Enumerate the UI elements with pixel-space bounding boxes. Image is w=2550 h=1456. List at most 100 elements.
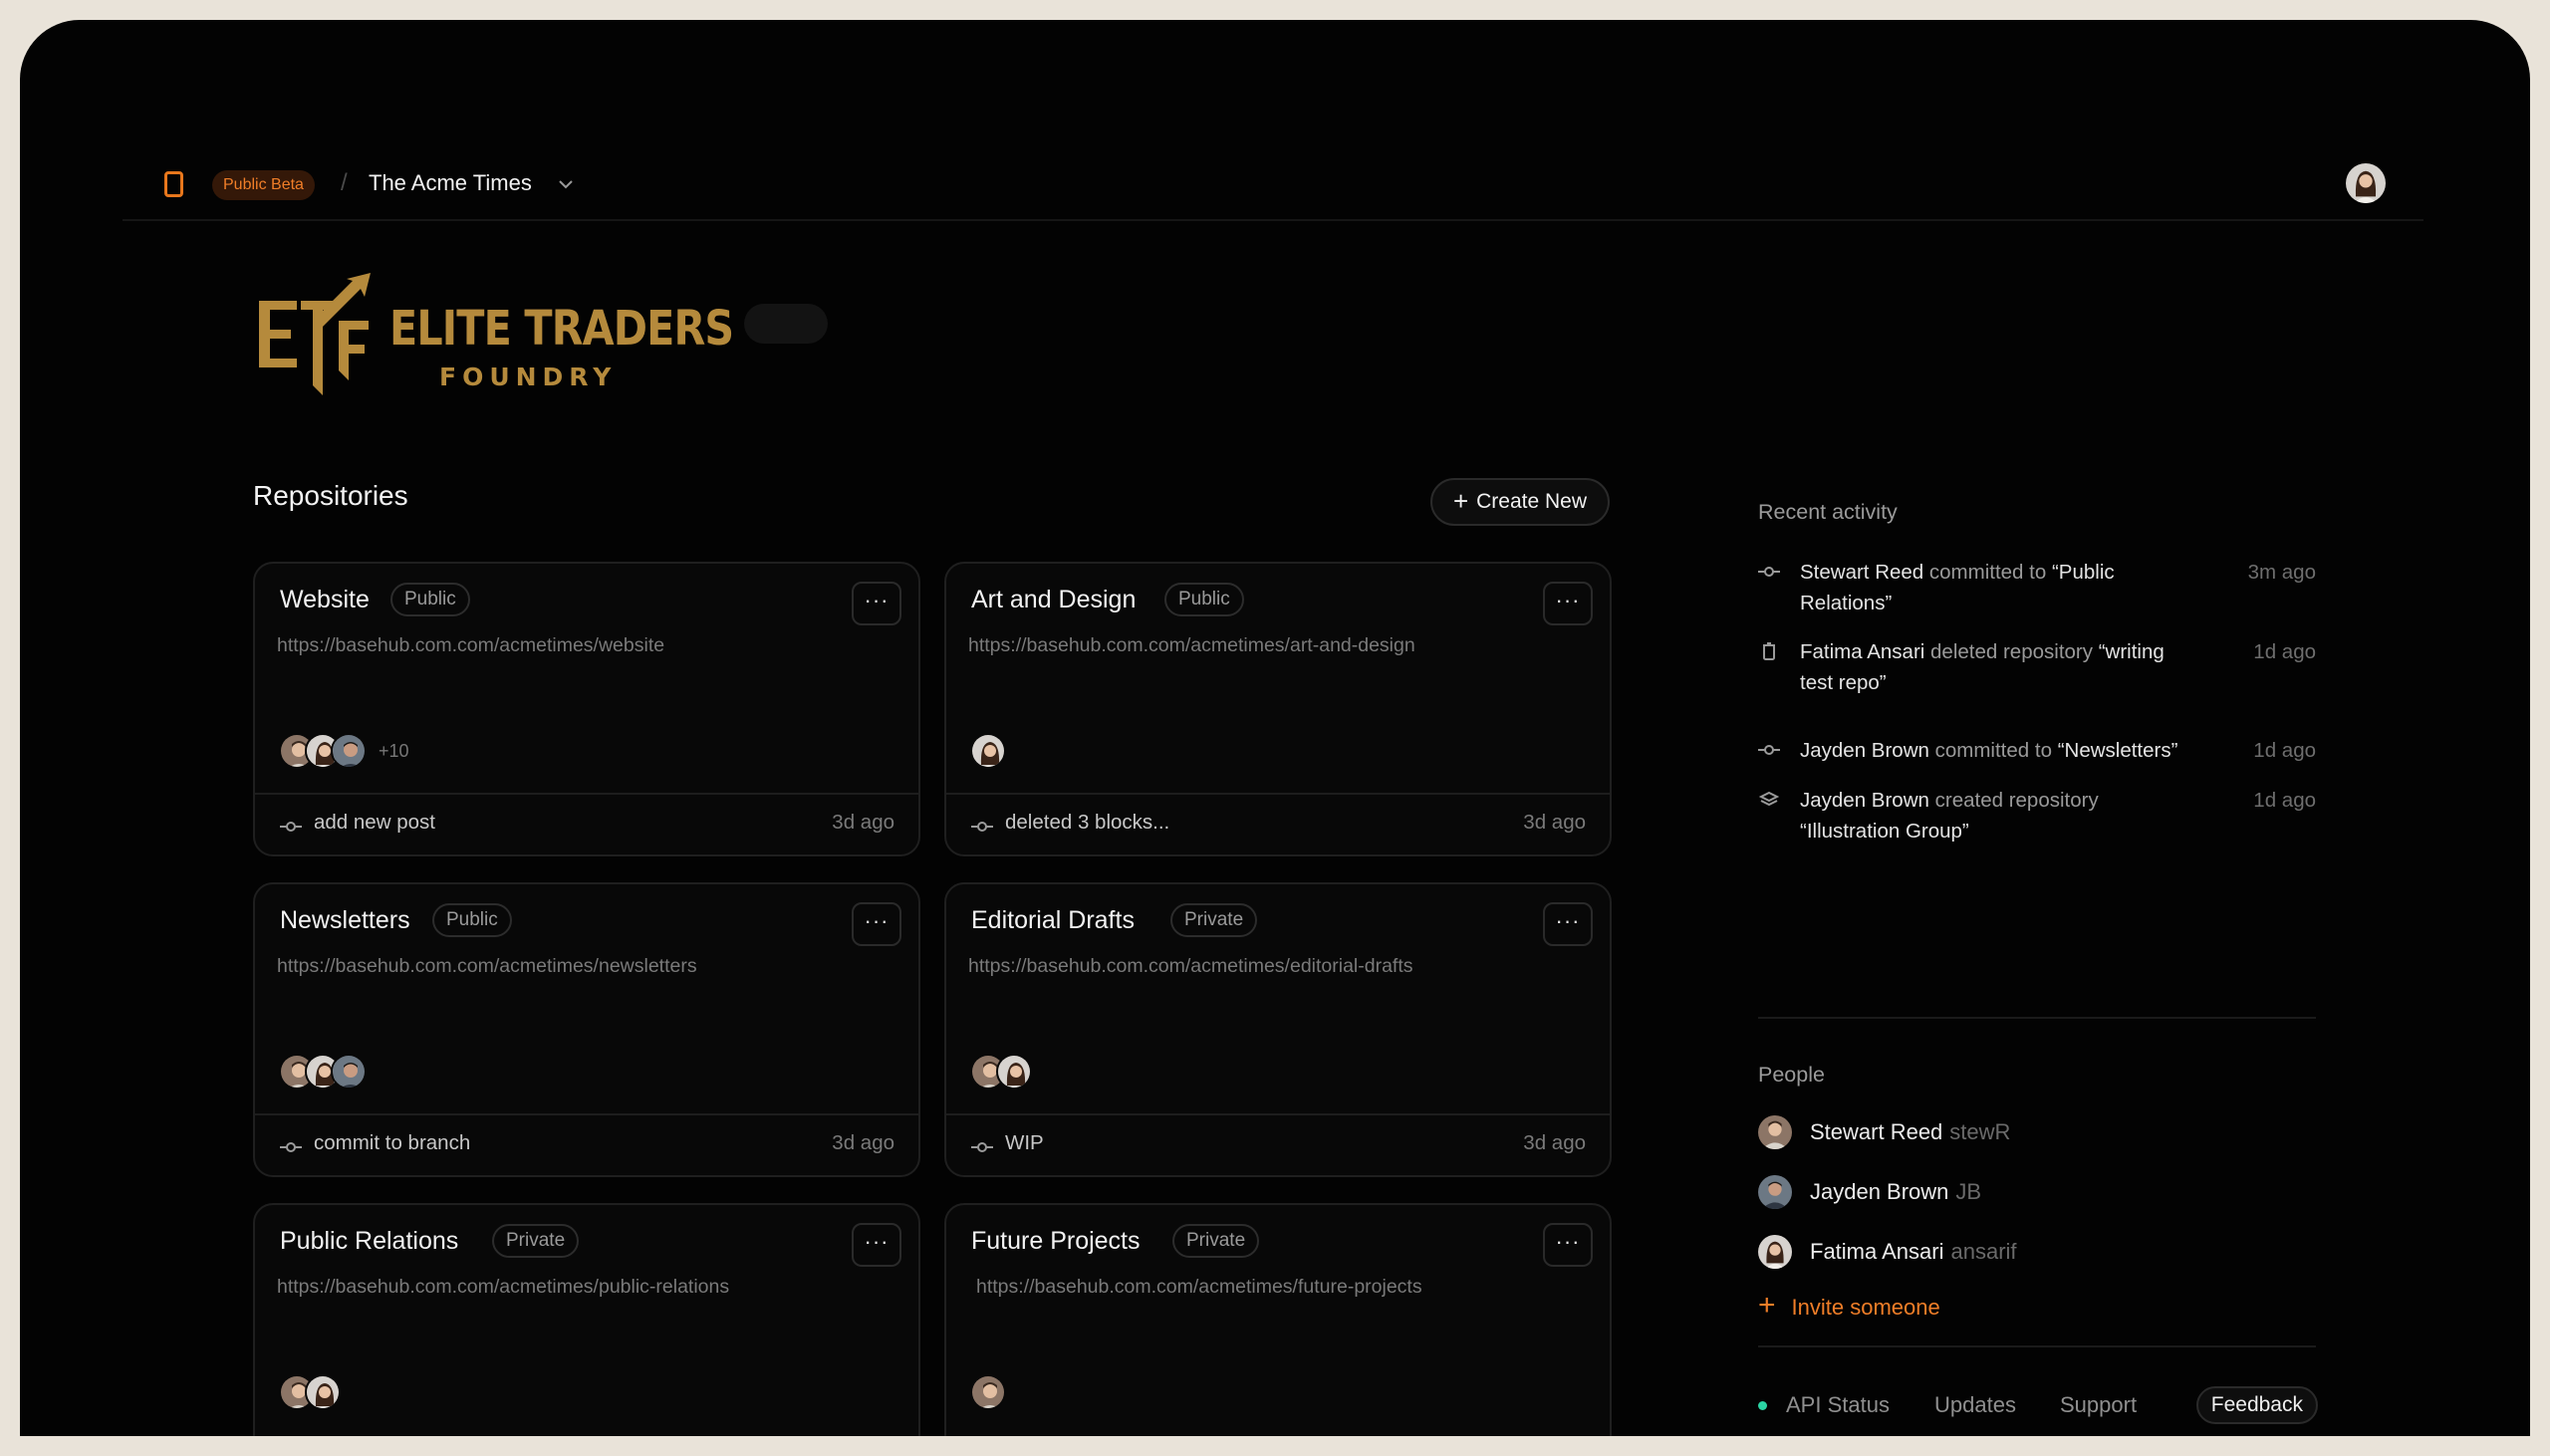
repo-url[interactable]: https://basehub.com.com/acmetimes/art-an… — [968, 634, 1415, 657]
feedback-button[interactable]: Feedback — [2195, 1386, 2318, 1424]
visibility-badge: Private — [1172, 1224, 1260, 1258]
repo-card-newsletters[interactable]: Newsletters Public ··· https://basehub.c… — [253, 882, 920, 1177]
activity-user: Stewart Reed — [1800, 561, 1924, 584]
activity-action: created repository — [1934, 789, 2099, 812]
repo-url[interactable]: https://basehub.com.com/acmetimes/public… — [277, 1276, 729, 1299]
commit-message: deleted 3 blocks... — [1005, 811, 1170, 834]
updates-link[interactable]: Updates — [1934, 1392, 2016, 1418]
commit-time: 3d ago — [1523, 1131, 1586, 1154]
repo-url[interactable]: https://basehub.com.com/acmetimes/editor… — [968, 955, 1413, 978]
activity-target: “Newsletters” — [2057, 739, 2178, 762]
more-options-button[interactable]: ··· — [852, 582, 901, 625]
repo-card-public-relations[interactable]: Public Relations Private ··· https://bas… — [253, 1203, 920, 1436]
contributors — [279, 1374, 341, 1410]
trash-icon — [1763, 642, 1775, 660]
section-divider — [1758, 1345, 2316, 1347]
avatar — [996, 1054, 1032, 1090]
commit-icon — [1758, 745, 1780, 755]
visibility-badge: Public — [432, 903, 512, 937]
status-indicator-icon — [1758, 1401, 1767, 1410]
more-options-button[interactable]: ··· — [1543, 902, 1593, 946]
chevron-down-icon[interactable] — [555, 173, 577, 195]
activity-action: committed to — [1934, 739, 2052, 762]
repo-name[interactable]: Newsletters — [280, 906, 410, 935]
person-handle: JB — [1955, 1179, 1982, 1204]
avatar — [1758, 1175, 1792, 1209]
api-status-link[interactable]: API Status — [1786, 1392, 1890, 1418]
commit-icon — [971, 822, 993, 832]
avatar — [331, 1054, 367, 1090]
repo-last-commit: commit to branch 3d ago — [255, 1113, 918, 1173]
avatar — [1758, 1235, 1792, 1269]
commit-time: 3d ago — [832, 1131, 894, 1154]
repo-url[interactable]: https://basehub.com.com/acmetimes/future… — [976, 1276, 1422, 1299]
more-options-button[interactable]: ··· — [852, 902, 901, 946]
commit-icon — [971, 1142, 993, 1152]
person-fatima-ansari[interactable]: Fatima Ansari ansarif — [1758, 1235, 2017, 1269]
more-options-button[interactable]: ··· — [852, 1223, 901, 1267]
person-handle: stewR — [1949, 1119, 2011, 1144]
section-divider — [1758, 1017, 2316, 1019]
create-new-label: Create New — [1476, 490, 1588, 513]
repo-name[interactable]: Art and Design — [971, 586, 1136, 614]
repositories-title: Repositories — [253, 480, 408, 511]
person-name: Jayden Brown — [1810, 1179, 1949, 1204]
recent-activity-title: Recent activity — [1758, 500, 1898, 524]
invite-someone-link[interactable]: + Invite someone — [1758, 1291, 1940, 1321]
commit-message: WIP — [1005, 1131, 1044, 1154]
user-avatar[interactable] — [2346, 163, 2386, 203]
visibility-badge: Public — [390, 583, 470, 616]
person-jayden-brown[interactable]: Jayden Brown JB — [1758, 1175, 1981, 1209]
device-icon — [164, 171, 183, 197]
more-contributors-count: +10 — [379, 740, 409, 761]
plus-icon: + — [1452, 486, 1469, 516]
activity-time: 1d ago — [2253, 640, 2316, 663]
repo-last-commit: deleted 3 blocks... 3d ago — [946, 793, 1610, 852]
public-beta-badge: Public Beta — [212, 170, 315, 200]
repo-card-art-and-design[interactable]: Art and Design Public ··· https://basehu… — [944, 562, 1612, 856]
more-options-button[interactable]: ··· — [1543, 582, 1593, 625]
contributors — [970, 1374, 1006, 1410]
repo-last-commit: WIP 3d ago — [946, 1113, 1610, 1173]
repo-url[interactable]: https://basehub.com.com/acmetimes/newsle… — [277, 955, 697, 978]
repo-card-editorial-drafts[interactable]: Editorial Drafts Private ··· https://bas… — [944, 882, 1612, 1177]
repo-card-website[interactable]: Website Public ··· https://basehub.com.c… — [253, 562, 920, 856]
activity-target: “Illustration Group” — [1800, 820, 1969, 843]
activity-action: deleted repository — [1930, 640, 2093, 663]
invite-label: Invite someone — [1791, 1295, 1940, 1320]
repo-name[interactable]: Website — [280, 586, 370, 614]
logo-line2: FOUNDRY — [439, 363, 618, 391]
visibility-badge: Public — [1164, 583, 1244, 616]
support-link[interactable]: Support — [2060, 1392, 2137, 1418]
contributors — [970, 733, 1006, 769]
activity-user: Jayden Brown — [1800, 739, 1929, 762]
activity-text: Jayden Brown created repository “Illustr… — [1800, 785, 2198, 847]
org-logo: ELITE TRADERS FOUNDRY — [257, 271, 734, 415]
more-options-button[interactable]: ··· — [1543, 1223, 1593, 1267]
create-new-button[interactable]: + Create New — [1430, 478, 1610, 526]
activity-user: Fatima Ansari — [1800, 640, 1925, 663]
repo-name[interactable]: Future Projects — [971, 1227, 1141, 1256]
breadcrumb-separator: / — [341, 169, 348, 196]
contributors — [970, 1054, 1032, 1090]
plus-icon: + — [1758, 1289, 1776, 1322]
avatar — [970, 733, 1006, 769]
person-handle: ansarif — [1950, 1239, 2017, 1264]
repo-name[interactable]: Public Relations — [280, 1227, 458, 1256]
ghost-pill — [744, 304, 828, 344]
commit-icon — [280, 1142, 302, 1152]
commit-icon — [280, 822, 302, 832]
repo-url[interactable]: https://basehub.com.com/acmetimes/websit… — [277, 634, 664, 657]
activity-text: Fatima Ansari deleted repository “writin… — [1800, 636, 2198, 698]
footer-links: API Status Updates Support Feedback — [1758, 1386, 2318, 1426]
activity-user: Jayden Brown — [1800, 789, 1929, 812]
org-name[interactable]: The Acme Times — [369, 170, 532, 196]
top-bar: Public Beta / The Acme Times — [123, 157, 2423, 221]
repo-card-future-projects[interactable]: Future Projects Private ··· https://base… — [944, 1203, 1612, 1436]
repo-name[interactable]: Editorial Drafts — [971, 906, 1135, 935]
activity-text: Jayden Brown committed to “Newsletters” — [1800, 735, 2218, 766]
activity-time: 3m ago — [2247, 561, 2316, 584]
person-stewart-reed[interactable]: Stewart Reed stewR — [1758, 1115, 2010, 1149]
activity-time: 1d ago — [2253, 789, 2316, 812]
avatar — [331, 733, 367, 769]
